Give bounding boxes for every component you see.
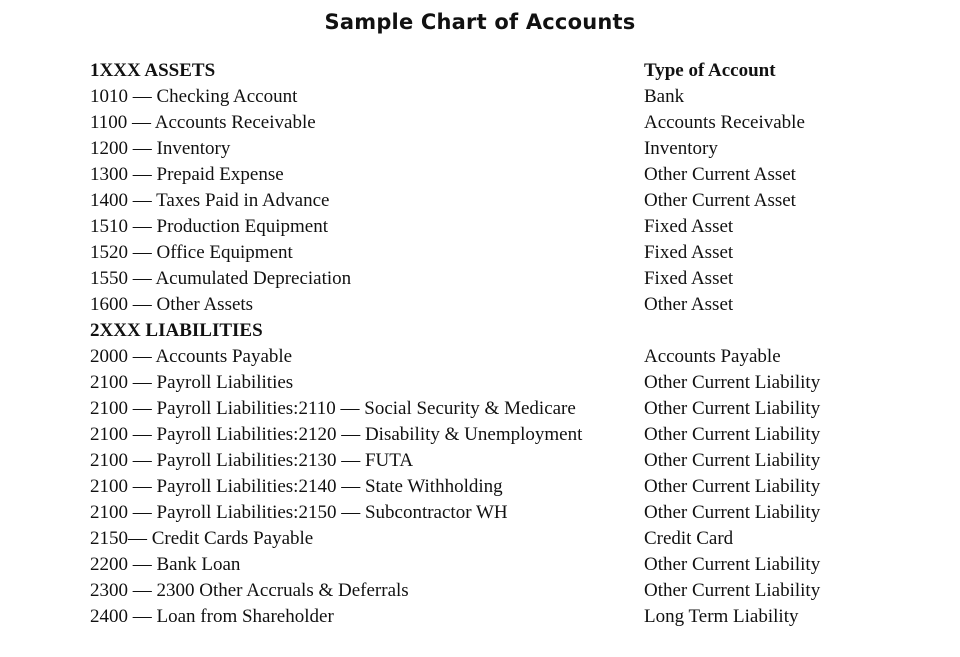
- account-type-cell: Fixed Asset: [643, 268, 734, 289]
- account-type-cell: Other Current Liability: [643, 554, 821, 575]
- account-type-cell: Inventory: [643, 138, 718, 159]
- account-name-cell: 2150— Credit Cards Payable: [90, 528, 314, 549]
- account-name-cell: 2000 — Accounts Payable: [90, 346, 293, 367]
- table-row: 2400 — Loan from Shareholder Long Term Li…: [90, 604, 930, 630]
- account-name-cell: 1600 — Other Assets: [90, 294, 254, 315]
- table-row: 2200 — Bank Loan Other Current Liability: [90, 552, 930, 578]
- section-header-row: 1XXX ASSETS Type of Account: [90, 58, 930, 84]
- table-row: 1520 — Office Equipment Fixed Asset: [90, 240, 930, 266]
- table-row: 2100 — Payroll Liabilities:2140 — State …: [90, 474, 930, 500]
- table-row: 2150— Credit Cards Payable Credit Card: [90, 526, 930, 552]
- account-name-cell: 2100 — Payroll Liabilities:2130 — FUTA: [90, 450, 414, 471]
- account-name-cell: 1300 — Prepaid Expense: [90, 164, 284, 185]
- account-name-cell: 2100 — Payroll Liabilities:2140 — State …: [90, 476, 503, 497]
- section-header-label: 1XXX ASSETS: [90, 60, 216, 81]
- account-name-cell: 1510 — Production Equipment: [90, 216, 329, 237]
- account-name-cell: 1400 — Taxes Paid in Advance: [90, 190, 330, 211]
- account-name-cell: 1100 — Accounts Receivable: [90, 112, 316, 133]
- account-name-cell: 1010 — Checking Account: [90, 86, 298, 107]
- account-type-cell: Fixed Asset: [643, 242, 734, 263]
- table-body: 1XXX ASSETS Type of Account 1010 — Checkin…: [90, 58, 930, 630]
- account-type-cell: Other Current Asset: [643, 164, 796, 185]
- section-header-row: 2XXX LIABILITIES: [90, 318, 930, 344]
- section-header-label: 2XXX LIABILITIES: [90, 320, 263, 341]
- table-row: 2100 — Payroll Liabilities:2110 — Social…: [90, 396, 930, 422]
- table-row: 1400 — Taxes Paid in Advance Other Curren…: [90, 188, 930, 214]
- table-row: 2100 — Payroll Liabilities:2120 — Disabi…: [90, 422, 930, 448]
- table-row: 2300 — 2300 Other Accruals & Deferrals Ot…: [90, 578, 930, 604]
- table-row: 1200 — Inventory Inventory: [90, 136, 930, 162]
- chart-of-accounts-table: 1XXX ASSETS Type of Account 1010 — Checkin…: [90, 58, 930, 630]
- account-type-cell: Other Current Liability: [643, 476, 821, 497]
- account-name-cell: 2100 — Payroll Liabilities:2150 — Subcon…: [90, 502, 508, 523]
- account-type-cell: Other Current Asset: [643, 190, 796, 211]
- table-row: 1510 — Production Equipment Fixed Asset: [90, 214, 930, 240]
- account-type-cell: Long Term Liability: [643, 606, 799, 627]
- account-type-cell: Other Current Liability: [643, 424, 821, 445]
- account-name-cell: 2400 — Loan from Shareholder: [90, 606, 334, 627]
- account-name-cell: 2100 — Payroll Liabilities:2120 — Disabi…: [90, 424, 583, 445]
- account-type-cell: Other Current Liability: [643, 580, 821, 601]
- table-row: 1550 — Acumulated Depreciation Fixed Asse…: [90, 266, 930, 292]
- column-header-account-type: [644, 318, 930, 344]
- account-name-cell: 1550 — Acumulated Depreciation: [90, 268, 352, 289]
- document-page: Sample Chart of Accounts 1XXX ASSETS Type…: [0, 0, 960, 657]
- account-type-cell: Other Asset: [643, 294, 734, 315]
- table-row: 2100 — Payroll Liabilities:2130 — FUTA Ot…: [90, 448, 930, 474]
- table-row: 2100 — Payroll Liabilities:2150 — Subcon…: [90, 500, 930, 526]
- account-type-cell: Other Current Liability: [643, 398, 821, 419]
- account-type-cell: Other Current Liability: [643, 502, 821, 523]
- account-name-cell: 2200 — Bank Loan: [90, 554, 241, 575]
- account-type-cell: Other Current Liability: [643, 450, 821, 471]
- account-type-cell: Accounts Receivable: [643, 112, 805, 133]
- account-type-cell: Credit Card: [643, 528, 734, 549]
- table-row: 1300 — Prepaid Expense Other Current Asse…: [90, 162, 930, 188]
- account-type-cell: Accounts Payable: [643, 346, 781, 367]
- column-header-account-type: Type of Account: [643, 60, 776, 81]
- account-name-cell: 1200 — Inventory: [90, 138, 231, 159]
- page-title: Sample Chart of Accounts: [324, 10, 636, 34]
- account-name-cell: 2100 — Payroll Liabilities:2110 — Social…: [90, 398, 576, 419]
- account-type-cell: Fixed Asset: [643, 216, 734, 237]
- account-name-cell: 2100 — Payroll Liabilities: [90, 372, 294, 393]
- table-row: 1600 — Other Assets Other Asset: [90, 292, 930, 318]
- account-type-cell: Bank: [643, 86, 685, 107]
- table-row: 2100 — Payroll Liabilities Other Current …: [90, 370, 930, 396]
- table-row: 2000 — Accounts Payable Accounts Payable: [90, 344, 930, 370]
- account-type-cell: Other Current Liability: [643, 372, 821, 393]
- account-name-cell: 1520 — Office Equipment: [90, 242, 293, 263]
- table-row: 1100 — Accounts Receivable Accounts Recei…: [90, 110, 930, 136]
- table-row: 1010 — Checking Account Bank: [90, 84, 930, 110]
- account-name-cell: 2300 — 2300 Other Accruals & Deferrals: [90, 580, 409, 601]
